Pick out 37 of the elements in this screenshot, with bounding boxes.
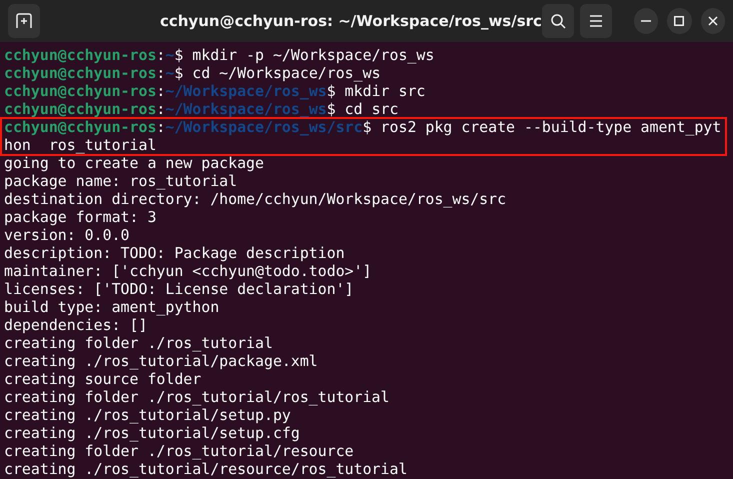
menu-icon xyxy=(588,15,603,27)
search-button[interactable] xyxy=(542,4,574,38)
new-tab-icon xyxy=(16,13,32,29)
terminal-line: licenses: ['TODO: License declaration'] xyxy=(4,280,354,298)
terminal-line: creating ./ros_tutorial/resource/ros_tutorial xyxy=(4,460,408,478)
terminal-line: creating ./ros_tutorial/setup.cfg xyxy=(4,424,300,442)
terminal-line: dependencies: [] xyxy=(4,316,148,334)
terminal-line: version: 0.0.0 xyxy=(4,226,130,244)
terminal-line: maintainer: ['cchyun <cchyun@todo.todo>'] xyxy=(4,262,372,280)
new-tab-button[interactable] xyxy=(8,4,40,38)
terminal-line: creating source folder xyxy=(4,370,202,388)
close-icon xyxy=(708,16,718,26)
terminal-line: build type: ament_python xyxy=(4,298,220,316)
terminal-line: cchyun@cchyun-ros:~/Workspace/ros_ws$ mkdir src xyxy=(4,82,426,100)
maximize-button[interactable] xyxy=(667,8,692,34)
terminal-line: cchyun@cchyun-ros:~$ mkdir -p ~/Workspace/ros_ws xyxy=(4,46,434,64)
terminal-line: creating folder ./ros_tutorial/resource xyxy=(4,442,354,460)
window-title: cchyun@cchyun-ros: ~/Workspace/ros_ws/src xyxy=(160,12,542,30)
terminal-line: creating folder ./ros_tutorial/ros_tutorial xyxy=(4,388,390,406)
terminal-line: package format: 3 xyxy=(4,208,156,226)
terminal-line: creating ./ros_tutorial/setup.py xyxy=(4,406,291,424)
search-icon xyxy=(550,13,566,29)
terminal-line: going to create a new package xyxy=(4,154,264,172)
menu-button[interactable] xyxy=(580,4,612,38)
terminal-line: cchyun@cchyun-ros:~/Workspace/ros_ws/src$ ros2 pkg create --build-type ament_pyt xyxy=(4,118,722,136)
terminal-line: creating ./ros_tutorial/package.xml xyxy=(4,352,318,370)
maximize-icon xyxy=(674,16,684,26)
terminal-line: cchyun@cchyun-ros:~$ cd ~/Workspace/ros_ws xyxy=(4,64,381,82)
terminal-line: cchyun@cchyun-ros:~/Workspace/ros_ws$ cd src xyxy=(4,100,398,118)
terminal-line: hon ros_tutorial xyxy=(4,136,156,154)
terminal-line: description: TODO: Package description xyxy=(4,244,345,262)
close-button[interactable] xyxy=(700,8,726,34)
terminal-line: creating folder ./ros_tutorial xyxy=(4,334,273,352)
terminal-line: destination directory: /home/cchyun/Workspace/ros_ws/src xyxy=(4,190,506,208)
terminal-line: package name: ros_tutorial xyxy=(4,172,238,190)
minimize-icon xyxy=(640,20,651,22)
minimize-button[interactable] xyxy=(634,8,658,34)
